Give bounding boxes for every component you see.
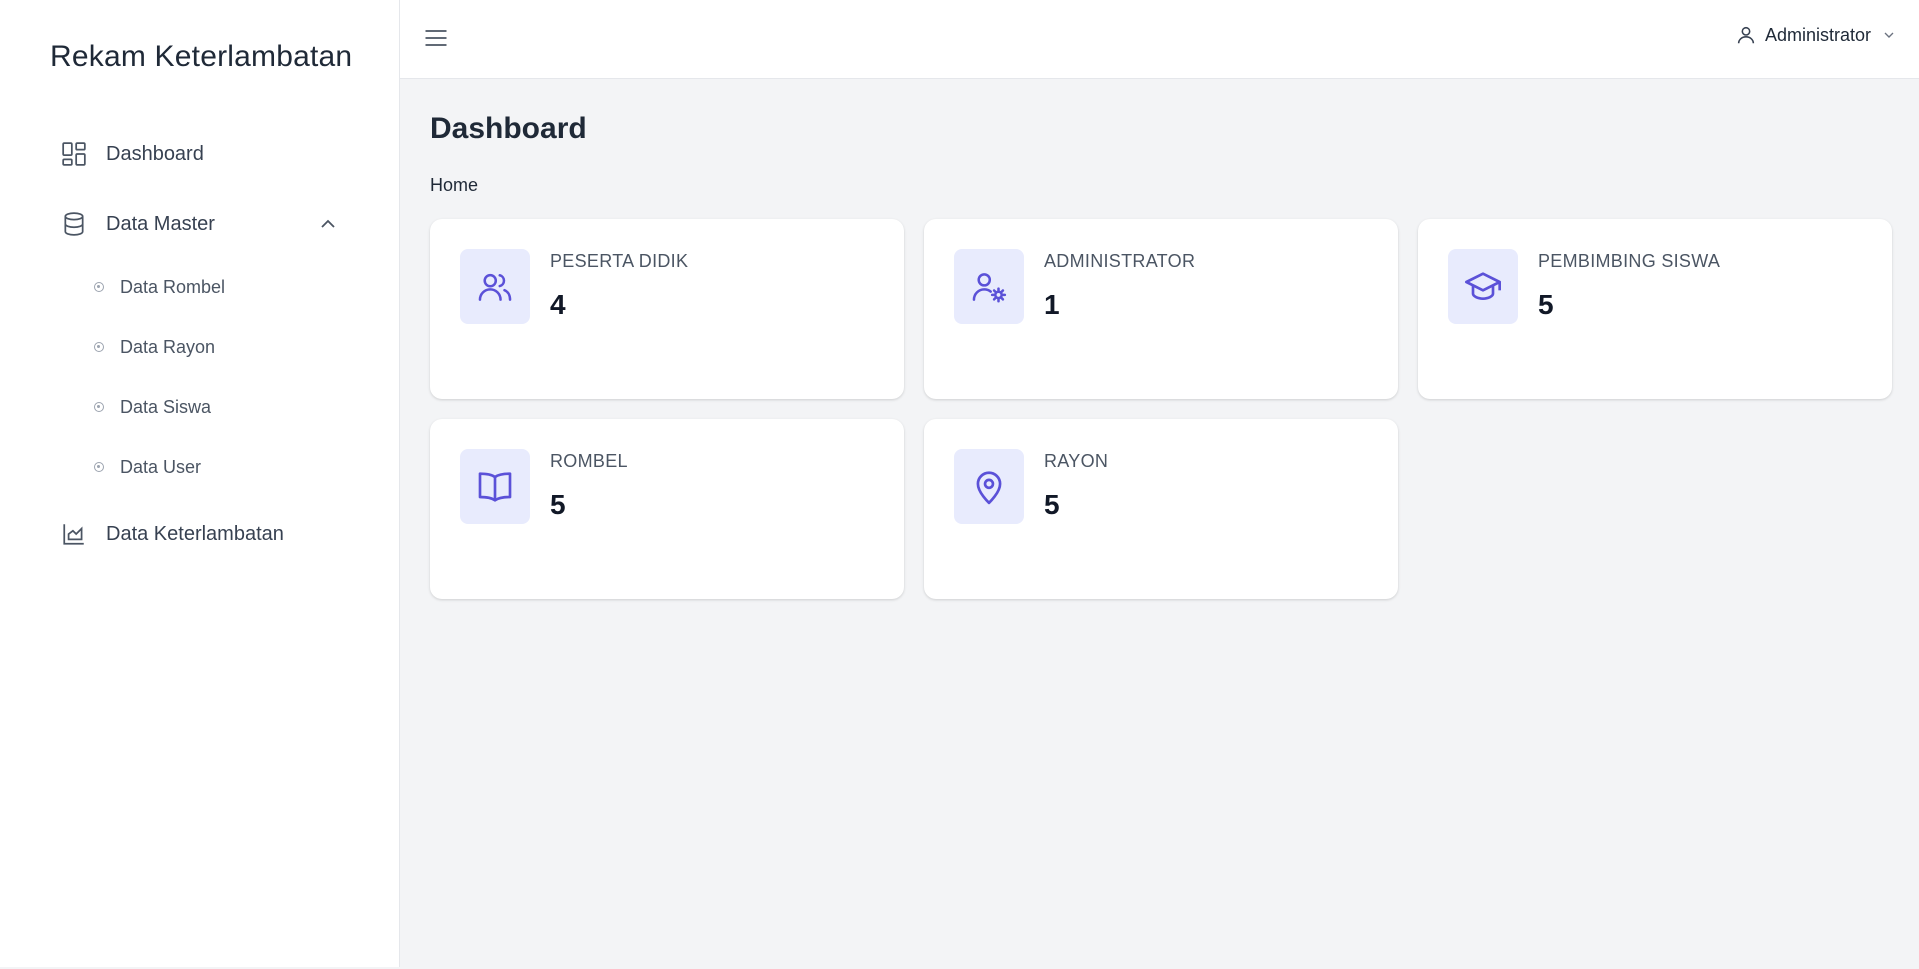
card-icon-box — [460, 449, 530, 524]
stat-card-peserta-didik: PESERTA DIDIK 4 — [430, 219, 904, 399]
chevron-up-icon — [316, 212, 340, 236]
user-icon — [1735, 24, 1757, 46]
app-brand[interactable]: Rekam Keterlambatan — [50, 40, 352, 74]
stat-card-rayon: RAYON 5 — [924, 419, 1398, 599]
sidebar-subitem-data-siswa[interactable]: Data Siswa — [94, 392, 211, 422]
card-value: 1 — [1044, 289, 1060, 320]
stat-card-pembimbing-siswa: PEMBIMBING SISWA 5 — [1418, 219, 1892, 399]
card-title: RAYON — [1044, 451, 1109, 471]
sidebar-item-label: Data Master — [106, 212, 215, 235]
chart-area-icon — [60, 520, 88, 548]
card-title: ROMBEL — [550, 451, 628, 471]
stat-card-administrator: ADMINISTRATOR 1 — [924, 219, 1398, 399]
top-bar: Administrator — [400, 0, 1919, 79]
sidebar-item-label: Dashboard — [106, 142, 204, 165]
card-value: 5 — [1538, 289, 1554, 320]
page-title: Dashboard — [430, 112, 587, 145]
menu-toggle-icon[interactable] — [422, 24, 450, 52]
sidebar: Rekam Keterlambatan Dashboard Data Maste… — [0, 0, 400, 967]
user-menu[interactable]: Administrator — [1735, 24, 1897, 46]
bullet-icon — [94, 282, 104, 292]
sidebar-subitem-label: Data Rayon — [120, 336, 216, 357]
bullet-icon — [94, 462, 104, 472]
sidebar-subitem-label: Data Siswa — [120, 396, 212, 417]
chevron-down-icon — [1881, 27, 1897, 43]
sidebar-item-label: Data Keterlambatan — [106, 522, 284, 545]
user-menu-label: Administrator — [1764, 24, 1871, 45]
book-open-icon — [475, 467, 515, 507]
card-icon-box — [1448, 249, 1518, 324]
card-icon-box — [460, 249, 530, 324]
sidebar-subitem-data-user[interactable]: Data User — [94, 452, 201, 482]
user-gear-icon — [970, 268, 1008, 306]
card-value: 5 — [1044, 489, 1060, 520]
sidebar-item-data-keterlambatan[interactable]: Data Keterlambatan — [60, 516, 340, 552]
card-title: ADMINISTRATOR — [1044, 251, 1196, 271]
map-pin-icon — [970, 468, 1008, 506]
graduation-cap-icon — [1463, 267, 1503, 307]
breadcrumb[interactable]: Home — [430, 175, 478, 196]
card-value: 4 — [550, 289, 566, 320]
users-icon — [476, 268, 514, 306]
card-icon-box — [954, 249, 1024, 324]
dashboard-grid-icon — [60, 140, 88, 168]
card-value: 5 — [550, 489, 566, 520]
sidebar-item-dashboard[interactable]: Dashboard — [60, 136, 340, 172]
sidebar-subitem-label: Data Rombel — [120, 276, 226, 297]
bullet-icon — [94, 342, 104, 352]
sidebar-subitem-label: Data User — [120, 456, 202, 477]
card-title: PEMBIMBING SISWA — [1538, 251, 1721, 271]
database-icon — [60, 210, 88, 238]
card-title: PESERTA DIDIK — [550, 251, 689, 271]
sidebar-item-data-master[interactable]: Data Master — [60, 206, 340, 242]
stat-card-rombel: ROMBEL 5 — [430, 419, 904, 599]
bullet-icon — [94, 402, 104, 412]
sidebar-subitem-data-rombel[interactable]: Data Rombel — [94, 272, 225, 302]
card-icon-box — [954, 449, 1024, 524]
sidebar-subitem-data-rayon[interactable]: Data Rayon — [94, 332, 215, 362]
